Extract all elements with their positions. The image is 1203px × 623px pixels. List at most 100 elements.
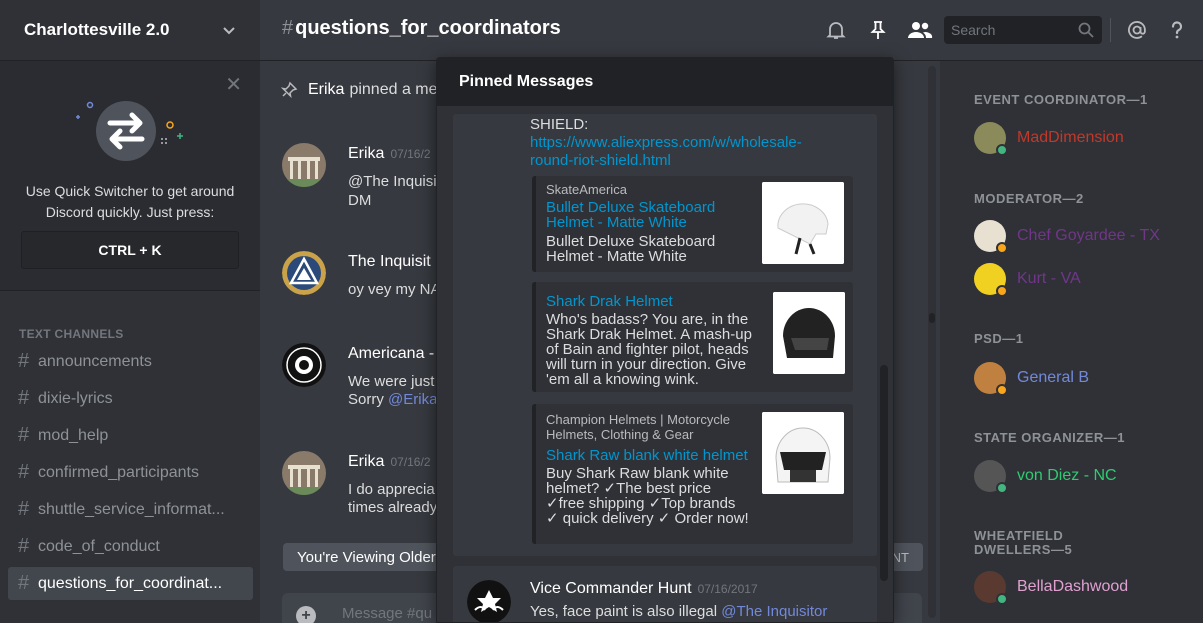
pin-system-message: Erika pinned a me [280,81,438,99]
mention-icon[interactable] [1126,19,1148,41]
text-channels-category[interactable]: TEXT CHANNELS [19,327,124,341]
pinned-messages-title: Pinned Messages [437,58,893,106]
quick-switcher-text: Use Quick Switcher to get around Discord… [0,181,260,223]
embed-title[interactable]: Bullet Deluxe Skateboard Helmet - Matte W… [546,200,715,230]
channel-name: dixie-lyrics [38,389,113,407]
embed-thumbnail[interactable] [773,292,845,374]
message-mention[interactable]: @The Inquisit [348,173,441,190]
pinned-scrollbar-thumb[interactable] [880,365,888,581]
chat-scrollbar-track[interactable] [928,66,936,618]
embed-title-line: Shark Drak Helmet [546,293,673,310]
server-name: Charlottesville 2.0 [24,20,170,39]
hash-icon: # [282,17,294,39]
status-idle-icon [996,384,1008,396]
role-header-line: DWELLERS—5 [974,542,1073,557]
channel-code-of-conduct[interactable]: # code_of_conduct [8,530,253,563]
channel-confirmed-participants[interactable]: # confirmed_participants [8,456,253,489]
role-header: MODERATOR—2 [974,191,1084,206]
avatar[interactable] [282,251,326,295]
embed-desc-line: ✓free shipping ✓Top brands [546,495,736,512]
member-item[interactable]: Chef Goyardee - TX [974,219,1160,254]
avatar[interactable] [282,451,326,495]
role-header: STATE ORGANIZER—1 [974,430,1126,445]
pinned-message[interactable]: SHIELD: https://www.aliexpress.com/w/who… [453,114,877,556]
message-author[interactable]: Americana - [348,345,434,363]
quick-switcher-arrows-icon [76,101,183,161]
embed-thumbnail[interactable] [762,182,844,264]
search-icon [1078,22,1094,38]
message-text: Sorry @Erika [348,391,437,408]
message-author[interactable]: The Inquisit [348,253,431,271]
pinned-messages-popout: Pinned Messages SHIELD: https://www.alie… [436,57,894,623]
message-timestamp: 07/16/2017 [697,582,758,596]
status-online-icon [996,144,1008,156]
role-header: EVENT COORDINATOR—1 [974,92,1148,107]
search-input[interactable] [944,16,1064,44]
message-author[interactable]: Erika 07/16/2 [348,453,431,471]
member-name: von Diez - NC [1017,467,1117,484]
message-text: DM [348,192,372,209]
search-box[interactable] [944,16,1102,44]
hash-icon: # [18,535,30,557]
channel-mod-help[interactable]: # mod_help [8,419,253,452]
message-text: We were just [348,373,435,390]
embed-title-line: Helmet - Matte White [546,214,687,231]
avatar[interactable] [282,143,326,187]
embed-description: Who's badass? You are, in the Shark Drak… [546,312,752,387]
member-item[interactable]: von Diez - NC [974,459,1117,494]
upload-plus-icon[interactable]: + [296,606,316,623]
embed-provider: Champion Helmets | Motorcycle Helmets, Cl… [546,412,730,442]
member-item[interactable]: BellaDashwood [974,570,1128,605]
jump-to-present-button[interactable]: NT [892,550,909,565]
channel-sidebar: Charlottesville 2.0 ✕ Use Quick Switcher… [0,0,260,623]
embed-thumbnail[interactable] [762,412,844,494]
message-mention[interactable]: @Erika [388,391,437,408]
member-item[interactable]: MadDimension [974,121,1124,156]
avatar [974,571,1008,605]
pin-icon[interactable] [867,19,889,41]
chevron-down-icon[interactable] [222,23,236,37]
avatar[interactable] [467,580,511,623]
pin-icon [280,81,298,99]
author-name: Erika [348,145,385,162]
message-mention[interactable]: @The Inquisitor [721,603,827,620]
bell-icon[interactable] [825,19,847,41]
message-author[interactable]: Erika 07/16/2 [348,145,431,163]
embed-desc-line: Shark Drak Helmet. A mash-up [546,326,752,343]
quick-switcher-shortcut[interactable]: CTRL + K [21,231,239,269]
channel-shuttle-service[interactable]: # shuttle_service_informat... [8,493,253,526]
channel-header: # questions_for_coordinators [260,0,1203,61]
embed-title[interactable]: Shark Drak Helmet [546,294,673,309]
pin-notice-text: pinned a me [349,81,438,98]
member-item[interactable]: Kurt - VA [974,262,1081,297]
embed-title[interactable]: Shark Raw blank white helmet [546,448,748,463]
member-item[interactable]: General B [974,361,1089,396]
chat-scrollbar-thumb[interactable] [929,313,935,323]
link-line: https://www.aliexpress.com/w/wholesale- [530,134,802,151]
link-embed: Shark Drak Helmet Who's badass? You are,… [532,282,853,392]
channel-questions-for-coordinators[interactable]: # questions_for_coordinat... [8,567,253,600]
pinned-message[interactable]: Vice Commander Hunt 07/16/2017 Yes, face … [453,566,877,623]
hash-icon: # [18,387,30,409]
channel-name: mod_help [38,426,109,444]
avatar[interactable] [282,343,326,387]
avatar [974,460,1008,494]
author-name: The Inquisit [348,253,431,270]
message-timestamp: 07/16/2 [390,147,431,161]
channel-announcements[interactable]: # announcements [8,345,253,378]
qs-line-1: Use Quick Switcher to get around [25,183,235,199]
member-name: MadDimension [1017,129,1124,146]
channel-dixie-lyrics[interactable]: # dixie-lyrics [8,382,253,415]
server-header[interactable]: Charlottesville 2.0 [0,0,260,61]
help-icon[interactable] [1166,19,1188,41]
message-text-part: Sorry [348,391,389,408]
message-text: times already [348,499,438,516]
close-icon[interactable]: ✕ [225,75,242,95]
status-online-icon [996,593,1008,605]
pinned-message-link[interactable]: https://www.aliexpress.com/w/wholesale-r… [530,134,850,170]
pinned-message-text: SHIELD: [530,116,589,133]
older-messages-text: You're Viewing Older [297,548,436,566]
members-icon[interactable] [907,19,933,41]
pin-notice-user[interactable]: Erika [308,81,344,99]
message-author[interactable]: Vice Commander Hunt 07/16/2017 [530,580,758,598]
